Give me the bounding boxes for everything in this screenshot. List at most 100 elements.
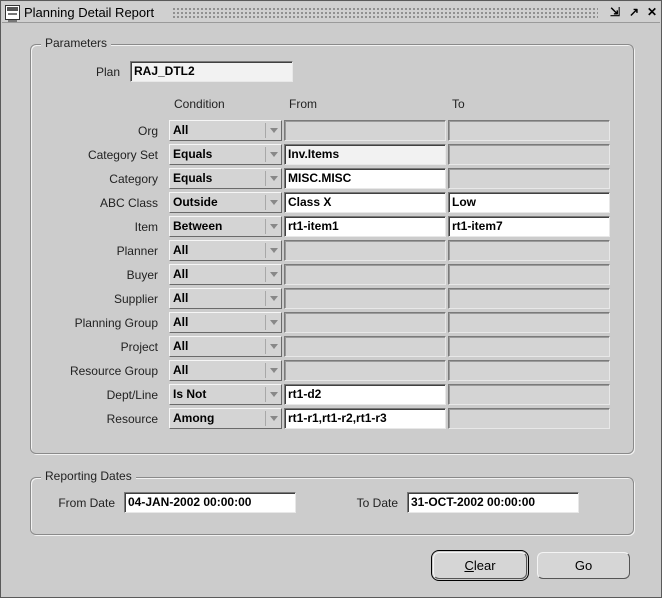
restore-icon[interactable]: ⇲ — [608, 5, 622, 19]
chevron-down-icon — [270, 344, 278, 349]
project-condition-select[interactable]: All — [169, 336, 282, 357]
from-date-label: From Date — [58, 496, 115, 510]
category-condition-select[interactable]: Equals — [169, 168, 282, 189]
abc-class-from-field[interactable]: Class X — [284, 192, 446, 213]
resource-group-label: Resource Group — [69, 364, 158, 378]
buyer-condition-select[interactable]: All — [169, 264, 282, 285]
org-condition-select[interactable]: All — [169, 120, 282, 141]
item-label: Item — [134, 220, 158, 234]
planning-group-label: Planning Group — [74, 316, 158, 330]
go-button[interactable]: Go — [537, 552, 630, 579]
buyer-from-field — [284, 264, 446, 285]
reporting-dates-legend: Reporting Dates — [41, 469, 136, 483]
abc-class-label: ABC Class — [99, 196, 158, 210]
resource-to-field — [448, 408, 610, 429]
category-set-condition-select[interactable]: Equals — [169, 144, 282, 165]
supplier-from-field — [284, 288, 446, 309]
maximize-icon[interactable]: ↗ — [627, 5, 641, 19]
window-title: Planning Detail Report — [24, 5, 161, 20]
dropdown-separator — [265, 243, 266, 258]
to-column-header: To — [452, 97, 465, 111]
project-label: Project — [120, 340, 158, 354]
plan-label: Plan — [95, 65, 120, 79]
category-set-label: Category Set — [87, 148, 158, 162]
supplier-to-field — [448, 288, 610, 309]
planner-condition-select[interactable]: All — [169, 240, 282, 261]
abc-class-condition-select[interactable]: Outside — [169, 192, 282, 213]
dropdown-separator — [265, 195, 266, 210]
resource-from-field[interactable]: rt1-r1,rt1-r2,rt1-r3 — [284, 408, 446, 429]
plan-field[interactable]: RAJ_DTL2 — [130, 61, 293, 82]
dropdown-separator — [265, 123, 266, 138]
dropdown-separator — [265, 339, 266, 354]
resource-condition-select[interactable]: Among — [169, 408, 282, 429]
dropdown-separator — [265, 363, 266, 378]
from-column-header: From — [289, 97, 317, 111]
chevron-down-icon — [270, 248, 278, 253]
abc-class-to-field[interactable]: Low — [448, 192, 610, 213]
chevron-down-icon — [270, 176, 278, 181]
from-date-field[interactable]: 04-JAN-2002 00:00:00 — [124, 492, 296, 513]
planner-from-field — [284, 240, 446, 261]
dropdown-separator — [265, 267, 266, 282]
dropdown-separator — [265, 411, 266, 426]
chevron-down-icon — [270, 224, 278, 229]
buyer-condition-value: All — [173, 267, 189, 281]
category-set-condition-value: Equals — [173, 147, 213, 161]
resource-group-condition-select[interactable]: All — [169, 360, 282, 381]
title-bar[interactable]: Planning Detail Report ⇲ ↗ ✕ — [2, 2, 660, 23]
resource-group-to-field — [448, 360, 610, 381]
planner-to-field — [448, 240, 610, 261]
dept-line-from-field[interactable]: rt1-d2 — [284, 384, 446, 405]
chevron-down-icon — [270, 368, 278, 373]
chevron-down-icon — [270, 128, 278, 133]
report-window: Planning Detail Report ⇲ ↗ ✕ Parameters … — [0, 0, 662, 598]
to-date-label: To Date — [356, 496, 398, 510]
to-date-field[interactable]: 31-OCT-2002 00:00:00 — [407, 492, 579, 513]
chevron-down-icon — [270, 200, 278, 205]
item-condition-value: Between — [173, 219, 223, 233]
abc-class-condition-value: Outside — [173, 195, 218, 209]
dropdown-separator — [265, 171, 266, 186]
item-from-field[interactable]: rt1-item1 — [284, 216, 446, 237]
planning-group-condition-select[interactable]: All — [169, 312, 282, 333]
app-icon — [5, 5, 20, 22]
dropdown-separator — [265, 387, 266, 402]
buyer-label: Buyer — [126, 268, 158, 282]
item-to-field[interactable]: rt1-item7 — [448, 216, 610, 237]
dept-line-to-field — [448, 384, 610, 405]
chevron-down-icon — [270, 152, 278, 157]
clear-button[interactable]: Clear — [431, 550, 529, 581]
supplier-condition-value: All — [173, 291, 189, 305]
category-set-from-field[interactable]: Inv.Items — [284, 144, 446, 165]
category-to-field — [448, 168, 610, 189]
category-from-field[interactable]: MISC.MISC — [284, 168, 446, 189]
supplier-condition-select[interactable]: All — [169, 288, 282, 309]
org-from-field — [284, 120, 446, 141]
project-condition-value: All — [173, 339, 189, 353]
item-condition-select[interactable]: Between — [169, 216, 282, 237]
chevron-down-icon — [270, 296, 278, 301]
resource-label: Resource — [106, 412, 158, 426]
org-label: Org — [137, 124, 158, 138]
resource-group-condition-value: All — [173, 363, 189, 377]
buyer-to-field — [448, 264, 610, 285]
chevron-down-icon — [270, 392, 278, 397]
dropdown-separator — [265, 147, 266, 162]
category-set-to-field — [448, 144, 610, 165]
org-condition-value: All — [173, 123, 189, 137]
category-condition-value: Equals — [173, 171, 213, 185]
dept-line-condition-value: Is Not — [173, 387, 207, 401]
chevron-down-icon — [270, 320, 278, 325]
planner-label: Planner — [116, 244, 158, 258]
dropdown-separator — [265, 291, 266, 306]
parameters-legend: Parameters — [41, 36, 112, 50]
resource-condition-value: Among — [173, 411, 215, 425]
org-to-field — [448, 120, 610, 141]
category-label: Category — [109, 172, 158, 186]
dept-line-condition-select[interactable]: Is Not — [169, 384, 282, 405]
resource-group-from-field — [284, 360, 446, 381]
dropdown-separator — [265, 219, 266, 234]
close-icon[interactable]: ✕ — [645, 5, 659, 19]
title-bar-grip — [172, 7, 598, 18]
